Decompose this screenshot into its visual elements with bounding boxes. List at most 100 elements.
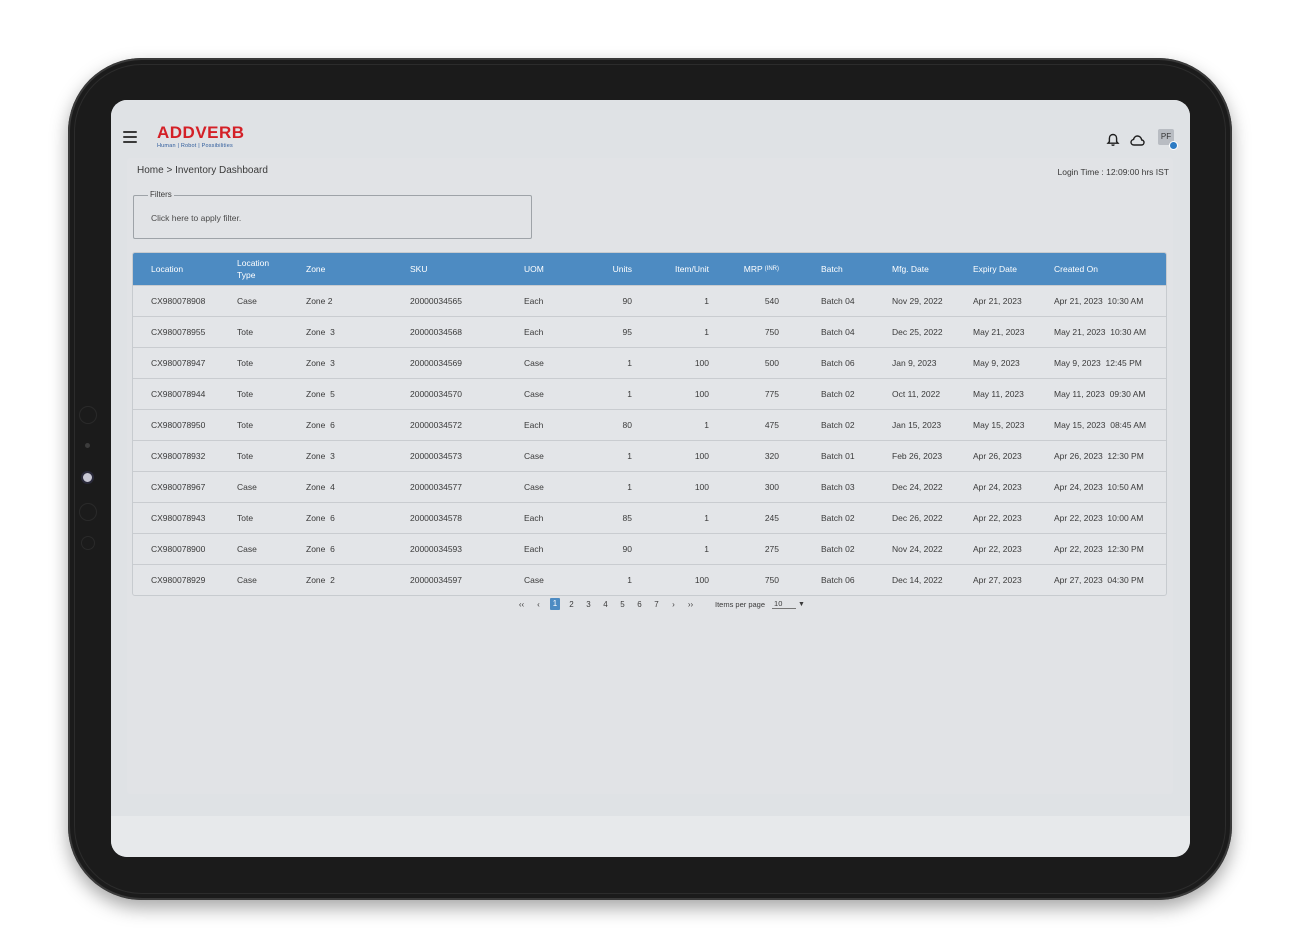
tablet-sensor xyxy=(81,536,95,550)
cell-sku: 20000034570 xyxy=(410,389,463,399)
header-created-on[interactable]: Created On xyxy=(1054,253,1098,285)
cell-item-unit: 1 xyxy=(704,420,709,430)
cell-batch: Batch 02 xyxy=(821,389,855,399)
cell-expiry-date: May 11, 2023 xyxy=(973,389,1024,399)
page-button-3[interactable]: 3 xyxy=(580,600,597,609)
cell-created-on: Apr 27, 2023 04:30 PM xyxy=(1054,575,1144,585)
cell-uom: Case xyxy=(524,389,544,399)
cell-mfg-date: Dec 14, 2022 xyxy=(892,575,943,585)
cell-sku: 20000034569 xyxy=(410,358,463,368)
cell-uom: Each xyxy=(524,296,544,306)
bell-icon[interactable] xyxy=(1106,133,1120,147)
header-uom[interactable]: UOM xyxy=(524,253,544,285)
header-sku[interactable]: SKU xyxy=(410,253,427,285)
cell-created-on: Apr 26, 2023 12:30 PM xyxy=(1054,451,1144,461)
cell-batch: Batch 06 xyxy=(821,358,855,368)
items-per-page-select[interactable]: 10 xyxy=(772,599,797,609)
table-row[interactable]: CX980078908 Case Zone 2 20000034565 Each 90 1 5… xyxy=(133,285,1166,316)
cell-mfg-date: Dec 26, 2022 xyxy=(892,513,943,523)
cell-units: 1 xyxy=(627,389,632,399)
page-button-2[interactable]: 2 xyxy=(563,600,580,609)
header-mrp[interactable]: MRP (INR) xyxy=(731,253,779,285)
filter-placeholder[interactable]: Click here to apply filter. xyxy=(151,213,241,223)
cloud-icon[interactable] xyxy=(1130,133,1145,147)
cell-expiry-date: Apr 24, 2023 xyxy=(973,482,1022,492)
footer-area xyxy=(111,816,1190,857)
cell-mfg-date: Feb 26, 2023 xyxy=(892,451,943,461)
header-zone[interactable]: Zone xyxy=(306,253,325,285)
cell-zone: Zone 2 xyxy=(306,575,335,585)
header-location[interactable]: Location xyxy=(151,253,183,285)
cell-item-unit: 100 xyxy=(694,575,709,585)
header-item-unit[interactable]: Item/Unit xyxy=(653,253,709,285)
cell-zone: Zone 3 xyxy=(306,327,335,337)
tablet-sensor xyxy=(79,406,97,424)
page-button-7[interactable]: 7 xyxy=(648,600,665,609)
cell-item-unit: 1 xyxy=(704,513,709,523)
first-page-button[interactable]: ‹‹ xyxy=(513,600,530,609)
prev-page-button[interactable]: ‹ xyxy=(530,600,547,609)
header-units[interactable]: Units xyxy=(592,253,632,285)
cell-units: 1 xyxy=(627,482,632,492)
breadcrumb[interactable]: Home > Inventory Dashboard xyxy=(137,165,268,176)
cell-location-type: Tote xyxy=(237,358,254,368)
cell-created-on: Apr 24, 2023 10:50 AM xyxy=(1054,482,1144,492)
cell-expiry-date: May 9, 2023 xyxy=(973,358,1020,368)
cell-mrp: 300 xyxy=(764,482,779,492)
cell-location-type: Tote xyxy=(237,513,254,523)
filter-box[interactable]: Filters Click here to apply filter. xyxy=(133,190,532,239)
table-row[interactable]: CX980078929 Case Zone 2 20000034597 Case 1 100… xyxy=(133,564,1166,595)
cell-sku: 20000034593 xyxy=(410,544,463,554)
header-batch[interactable]: Batch xyxy=(821,253,843,285)
page-button-5[interactable]: 5 xyxy=(614,600,631,609)
tablet-camera xyxy=(81,471,94,484)
page-button-1[interactable]: 1 xyxy=(550,598,560,610)
cell-sku: 20000034597 xyxy=(410,575,463,585)
cell-batch: Batch 04 xyxy=(821,296,855,306)
cell-sku: 20000034578 xyxy=(410,513,463,523)
cell-zone: Zone 4 xyxy=(306,482,335,492)
cell-mfg-date: Jan 9, 2023 xyxy=(892,358,937,368)
table-body: CX980078908 Case Zone 2 20000034565 Each 90 1 5… xyxy=(133,285,1166,595)
header-mfg-date[interactable]: Mfg. Date xyxy=(892,253,929,285)
cell-location: CX980078950 xyxy=(151,420,206,430)
table-row[interactable]: CX980078932 Tote Zone 3 20000034573 Case 1 100… xyxy=(133,440,1166,471)
cell-mfg-date: Oct 11, 2022 xyxy=(892,389,941,399)
cell-expiry-date: Apr 21, 2023 xyxy=(973,296,1022,306)
cell-location-type: Case xyxy=(237,296,257,306)
cell-mrp: 775 xyxy=(764,389,779,399)
table-row[interactable]: CX980078944 Tote Zone 5 20000034570 Case 1 100… xyxy=(133,378,1166,409)
cell-sku: 20000034565 xyxy=(410,296,463,306)
dropdown-caret-icon[interactable]: ▼ xyxy=(798,601,805,608)
cell-uom: Each xyxy=(524,420,544,430)
cell-units: 90 xyxy=(622,544,632,554)
brand-tagline: Human | Robot | Possibilities xyxy=(157,143,233,149)
cell-batch: Batch 02 xyxy=(821,544,855,554)
cell-units: 90 xyxy=(622,296,632,306)
hamburger-menu-icon[interactable] xyxy=(123,131,137,143)
cell-location-type: Case xyxy=(237,575,257,585)
last-page-button[interactable]: ›› xyxy=(682,600,699,609)
cell-sku: 20000034568 xyxy=(410,327,463,337)
header-expiry-date[interactable]: Expiry Date xyxy=(973,253,1017,285)
table-header: Location Location Type Zone SKU UOM Unit… xyxy=(133,253,1166,285)
brand-name: ADDVERB xyxy=(157,123,245,142)
table-row[interactable]: CX980078967 Case Zone 4 20000034577 Case 1 100… xyxy=(133,471,1166,502)
tablet-sensor xyxy=(79,503,97,521)
table-row[interactable]: CX980078943 Tote Zone 6 20000034578 Each 85 1 2… xyxy=(133,502,1166,533)
header-location-type[interactable]: Location Type xyxy=(237,253,277,285)
cell-expiry-date: May 15, 2023 xyxy=(973,420,1025,430)
cell-item-unit: 100 xyxy=(694,451,709,461)
page-button-6[interactable]: 6 xyxy=(631,600,648,609)
table-row[interactable]: CX980078950 Tote Zone 6 20000034572 Each 80 1 4… xyxy=(133,409,1166,440)
next-page-button[interactable]: › xyxy=(665,600,682,609)
cell-item-unit: 1 xyxy=(704,327,709,337)
table-row[interactable]: CX980078947 Tote Zone 3 20000034569 Case 1 100… xyxy=(133,347,1166,378)
cell-mrp: 750 xyxy=(764,575,779,585)
cell-item-unit: 100 xyxy=(694,358,709,368)
cell-expiry-date: Apr 27, 2023 xyxy=(973,575,1022,585)
table-row[interactable]: CX980078900 Case Zone 6 20000034593 Each 90 1 2… xyxy=(133,533,1166,564)
page-button-4[interactable]: 4 xyxy=(597,600,614,609)
cell-sku: 20000034572 xyxy=(410,420,463,430)
table-row[interactable]: CX980078955 Tote Zone 3 20000034568 Each 95 1 7… xyxy=(133,316,1166,347)
